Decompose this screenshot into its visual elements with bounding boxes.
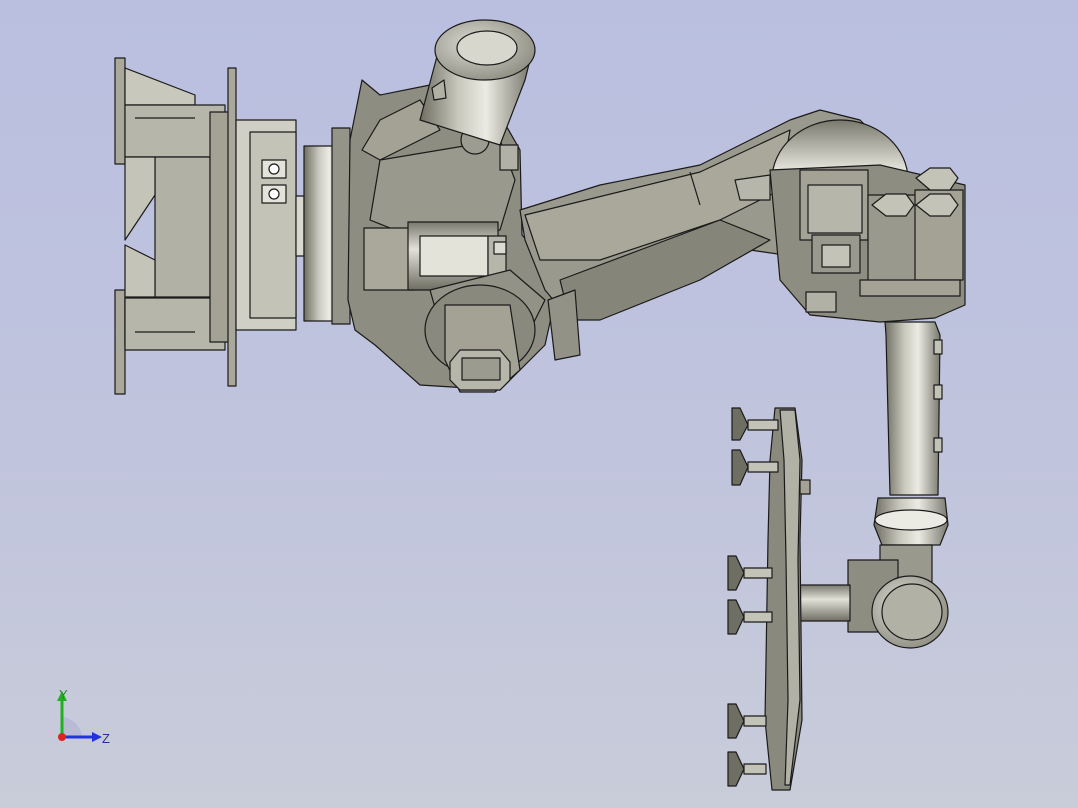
base-bracket bbox=[114, 57, 305, 395]
graphics-viewport[interactable]: Y Z bbox=[0, 0, 1078, 808]
y-axis-label: Y bbox=[59, 687, 68, 702]
suction-cup bbox=[727, 751, 767, 787]
suction-cup bbox=[727, 703, 767, 739]
robot-arm-model[interactable] bbox=[0, 0, 1078, 808]
suction-cup bbox=[727, 555, 773, 591]
wrist bbox=[797, 544, 949, 649]
forearm bbox=[873, 321, 949, 546]
suction-cup bbox=[727, 599, 773, 635]
elbow-joint bbox=[769, 119, 966, 323]
z-axis-label: Z bbox=[102, 731, 110, 746]
suction-cup bbox=[731, 407, 779, 441]
turntable bbox=[303, 127, 351, 325]
x-axis-dot bbox=[58, 733, 66, 741]
